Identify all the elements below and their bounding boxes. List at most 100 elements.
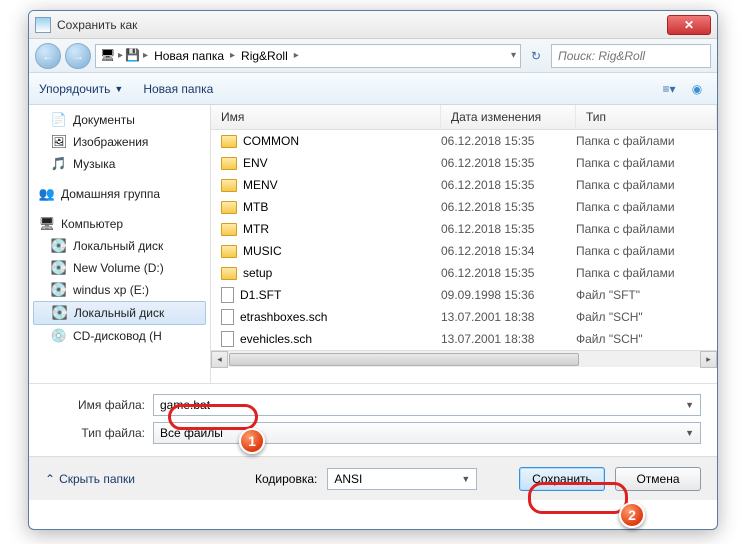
sidebar-item-music[interactable]: 🎵Музыка [29, 153, 210, 175]
sidebar-item-windus-xp[interactable]: 💽windus xp (E:) [29, 279, 210, 301]
file-date: 06.12.2018 15:35 [441, 266, 576, 280]
file-date: 06.12.2018 15:35 [441, 134, 576, 148]
search-box[interactable]: 🔍 [551, 44, 711, 68]
chevron-right-icon: ▸ [143, 50, 148, 61]
file-row[interactable]: MTR06.12.2018 15:35Папка с файлами [211, 218, 717, 240]
folder-icon [221, 267, 237, 280]
drive-icon: 💽 [51, 260, 67, 276]
encoding-label: Кодировка: [255, 472, 317, 486]
file-icon [221, 331, 234, 347]
document-icon: 📄 [51, 112, 67, 128]
file-date: 06.12.2018 15:35 [441, 156, 576, 170]
footer: ⌃Скрыть папки Кодировка: ANSI▼ Сохранить… [29, 456, 717, 500]
search-input[interactable] [558, 49, 715, 63]
breadcrumb-segment[interactable]: Новая папка [150, 49, 228, 63]
cd-icon: 💿 [51, 328, 67, 344]
file-type: Файл "SCH" [576, 310, 717, 324]
music-icon: 🎵 [51, 156, 67, 172]
sidebar-item-homegroup[interactable]: 👥Домашняя группа [29, 183, 210, 205]
file-name: MTB [243, 200, 268, 214]
sidebar: 📄Документы 🖼Изображения 🎵Музыка 👥Домашня… [29, 105, 211, 383]
file-name: setup [243, 266, 272, 280]
file-row[interactable]: evehicles.sch13.07.2001 18:38Файл "SCH" [211, 328, 717, 350]
filename-label: Имя файла: [45, 398, 145, 412]
column-name[interactable]: Имя [211, 105, 441, 129]
file-row[interactable]: MUSIC06.12.2018 15:34Папка с файлами [211, 240, 717, 262]
chevron-down-icon: ▼ [685, 428, 694, 438]
images-icon: 🖼 [51, 134, 67, 150]
file-row[interactable]: MENV06.12.2018 15:35Папка с файлами [211, 174, 717, 196]
chevron-right-icon: ▸ [118, 50, 123, 61]
drive-icon: 💽 [51, 238, 67, 254]
column-headers: Имя Дата изменения Тип [211, 105, 717, 130]
file-name: evehicles.sch [240, 332, 312, 346]
toolbar: Упорядочить ▼ Новая папка ≡▾ ◉ [29, 73, 717, 105]
close-button[interactable]: ✕ [667, 15, 711, 35]
file-row[interactable]: D1.SFT09.09.1998 15:36Файл "SFT" [211, 284, 717, 306]
breadcrumb[interactable]: 🖥 ▸ 💾 ▸ Новая папка ▸ Rig&Roll ▸ ▾ [95, 44, 521, 68]
file-row[interactable]: MTB06.12.2018 15:35Папка с файлами [211, 196, 717, 218]
scrollbar-thumb[interactable] [229, 353, 579, 366]
file-date: 13.07.2001 18:38 [441, 310, 576, 324]
chevron-right-icon: ▸ [230, 50, 235, 61]
column-date[interactable]: Дата изменения [441, 105, 576, 129]
horizontal-scrollbar[interactable]: ◂ ▸ [211, 350, 717, 367]
file-row[interactable]: ENV06.12.2018 15:35Папка с файлами [211, 152, 717, 174]
scroll-left-icon[interactable]: ◂ [211, 351, 228, 368]
column-type[interactable]: Тип [576, 105, 717, 129]
new-folder-button[interactable]: Новая папка [143, 82, 213, 96]
nav-bar: ← → 🖥 ▸ 💾 ▸ Новая папка ▸ Rig&Roll ▸ ▾ ↻… [29, 39, 717, 73]
file-row[interactable]: COMMON06.12.2018 15:35Папка с файлами [211, 130, 717, 152]
scroll-right-icon[interactable]: ▸ [700, 351, 717, 368]
filetype-select[interactable]: Все файлы▼ [153, 422, 701, 444]
file-name: MENV [243, 178, 278, 192]
organize-menu[interactable]: Упорядочить ▼ [39, 82, 123, 96]
arrow-right-icon: → [72, 49, 84, 63]
file-name: ENV [243, 156, 268, 170]
window-title: Сохранить как [57, 18, 667, 32]
forward-button[interactable]: → [65, 43, 91, 69]
breadcrumb-segment[interactable]: Rig&Roll [237, 49, 292, 63]
chevron-down-icon[interactable]: ▼ [685, 400, 694, 410]
drive-icon: 💽 [52, 305, 68, 321]
folder-icon [221, 179, 237, 192]
refresh-button[interactable]: ↻ [525, 45, 547, 67]
file-row[interactable]: setup 06.12.2018 15:35Папка с файлами [211, 262, 717, 284]
file-date: 06.12.2018 15:34 [441, 244, 576, 258]
chevron-down-icon: ▼ [114, 84, 123, 94]
cancel-button[interactable]: Отмена [615, 467, 701, 491]
folder-icon [221, 245, 237, 258]
filename-input[interactable]: game.bat▼ [153, 394, 701, 416]
encoding-select[interactable]: ANSI▼ [327, 468, 477, 490]
computer-icon: 🖥 [39, 216, 55, 232]
file-type: Папка с файлами [576, 178, 717, 192]
drive-icon: 💽 [51, 282, 67, 298]
folder-icon [221, 135, 237, 148]
drive-icon: 💾 [125, 48, 141, 64]
file-type: Папка с файлами [576, 266, 717, 280]
chevron-down-icon[interactable]: ▾ [511, 50, 516, 61]
sidebar-item-cdrom[interactable]: 💿CD-дисковод (H [29, 325, 210, 347]
file-type: Папка с файлами [576, 244, 717, 258]
sidebar-item-computer[interactable]: 🖥Компьютер [29, 213, 210, 235]
view-options-button[interactable]: ≡▾ [659, 81, 679, 97]
hide-folders-link[interactable]: ⌃Скрыть папки [45, 472, 135, 486]
sidebar-item-localdisk-selected[interactable]: 💽Локальный диск [33, 301, 206, 325]
sidebar-item-volume-d[interactable]: 💽New Volume (D:) [29, 257, 210, 279]
chevron-right-icon: ▸ [294, 50, 299, 61]
sidebar-item-images[interactable]: 🖼Изображения [29, 131, 210, 153]
folder-icon [221, 223, 237, 236]
help-button[interactable]: ◉ [687, 81, 707, 97]
file-row[interactable]: etrashboxes.sch13.07.2001 18:38Файл "SCH… [211, 306, 717, 328]
file-date: 13.07.2001 18:38 [441, 332, 576, 346]
homegroup-icon: 👥 [39, 186, 55, 202]
chevron-up-icon: ⌃ [45, 472, 55, 486]
close-icon: ✕ [684, 18, 694, 32]
sidebar-item-documents[interactable]: 📄Документы [29, 109, 210, 131]
save-button[interactable]: Сохранить [519, 467, 605, 491]
computer-icon: 🖥 [100, 48, 116, 64]
chevron-down-icon: ▼ [461, 474, 470, 484]
file-icon [221, 309, 234, 325]
back-button[interactable]: ← [35, 43, 61, 69]
sidebar-item-localdisk[interactable]: 💽Локальный диск [29, 235, 210, 257]
